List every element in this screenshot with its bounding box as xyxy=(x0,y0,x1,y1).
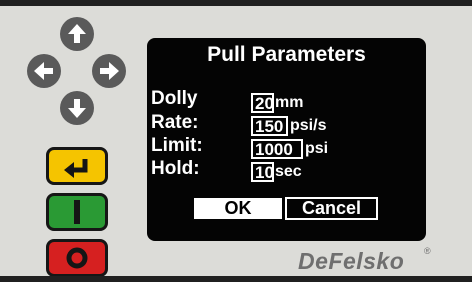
enter-arrow-icon xyxy=(64,159,88,178)
hold-value-field[interactable]: 10 xyxy=(251,162,274,182)
right-arrow-icon xyxy=(100,62,119,80)
device-bezel-top xyxy=(0,0,472,6)
power-on-icon xyxy=(74,200,80,224)
left-arrow-icon xyxy=(34,62,53,80)
dolly-unit: mm xyxy=(275,94,304,111)
rate-value-field[interactable]: 150 xyxy=(251,116,288,136)
hold-label: Hold: xyxy=(151,158,200,179)
dialog-title: Pull Parameters xyxy=(207,43,366,66)
dolly-label: Dolly xyxy=(151,88,198,109)
cancel-button[interactable]: Cancel xyxy=(285,197,378,220)
rate-unit: psi/s xyxy=(290,117,327,134)
power-off-key[interactable] xyxy=(46,239,108,277)
registered-mark: ® xyxy=(424,246,431,256)
up-arrow-icon xyxy=(68,24,86,43)
enter-key[interactable] xyxy=(46,147,108,185)
down-arrow-icon xyxy=(68,99,86,118)
limit-value-field[interactable]: 1000 xyxy=(251,139,303,159)
up-button[interactable] xyxy=(60,17,94,51)
power-on-key[interactable] xyxy=(46,193,108,231)
hold-unit: sec xyxy=(275,163,302,180)
ok-button[interactable]: OK xyxy=(194,198,282,219)
left-button[interactable] xyxy=(27,54,61,88)
lcd-screen: Pull Parameters Dolly 20 mm Rate: 150 ps… xyxy=(147,38,426,241)
down-button[interactable] xyxy=(60,91,94,125)
dolly-value-field[interactable]: 20 xyxy=(251,93,274,113)
device-bezel-bottom xyxy=(0,276,472,282)
right-button[interactable] xyxy=(92,54,126,88)
rate-label: Rate: xyxy=(151,112,199,133)
limit-label: Limit: xyxy=(151,135,203,156)
brand-logo: DeFelsko xyxy=(298,248,405,274)
power-off-icon xyxy=(66,247,88,269)
limit-unit: psi xyxy=(305,140,329,157)
